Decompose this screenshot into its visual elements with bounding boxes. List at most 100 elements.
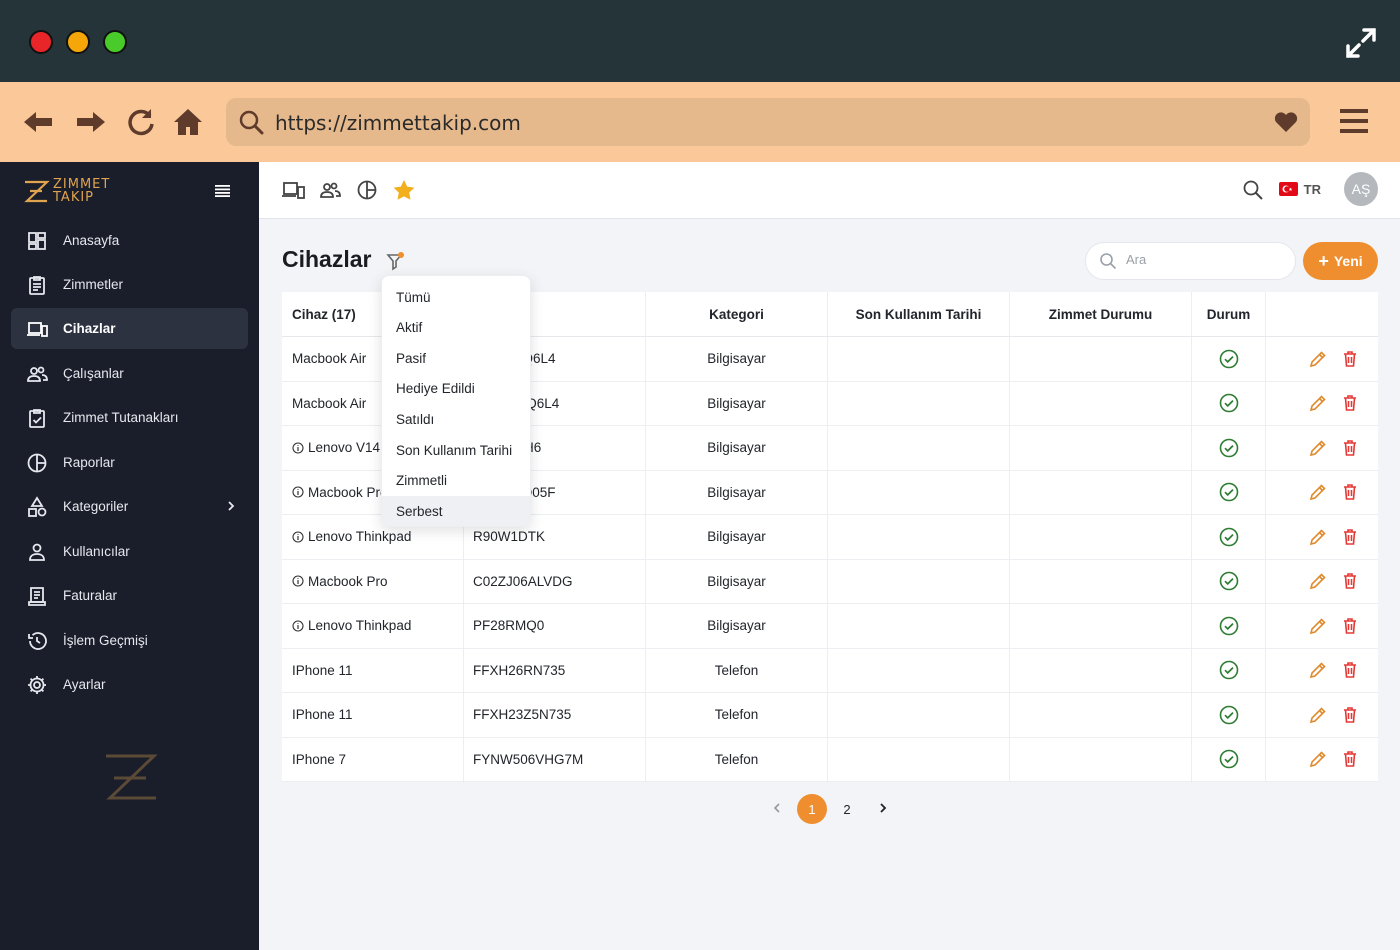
delete-trash-icon[interactable] — [1340, 705, 1360, 725]
address-bar[interactable]: https://zimmettakip.com — [226, 98, 1310, 146]
table-row[interactable]: IPhone 11 FFXH26RN735 Telefon — [282, 648, 1378, 693]
info-icon[interactable] — [292, 575, 304, 587]
edit-pencil-icon[interactable] — [1308, 482, 1328, 502]
search-icon[interactable] — [1242, 179, 1264, 201]
sidebar-item-kullanicilar[interactable]: Kullanıcılar — [11, 531, 248, 572]
edit-pencil-icon[interactable] — [1308, 438, 1328, 458]
sidebar-item-ayarlar[interactable]: Ayarlar — [11, 664, 248, 705]
sidebar-item-anasayfa[interactable]: Anasayfa — [11, 220, 248, 261]
brand-logo[interactable]: ZIMMET TAKIP — [22, 177, 112, 207]
delete-trash-icon[interactable] — [1340, 749, 1360, 769]
filter-icon[interactable] — [385, 250, 407, 272]
edit-pencil-icon[interactable] — [1308, 393, 1328, 413]
column-header-expiry[interactable]: Son Kullanım Tarihi — [828, 292, 1010, 336]
status-cell — [1192, 604, 1266, 648]
check-circle-icon — [1219, 482, 1238, 502]
page-2-button[interactable]: 2 — [832, 794, 862, 824]
page-1-button[interactable]: 1 — [797, 794, 827, 824]
delete-trash-icon[interactable] — [1340, 571, 1360, 591]
sidebar-item-cihazlar[interactable]: Cihazlar — [11, 308, 248, 349]
delete-trash-icon[interactable] — [1340, 616, 1360, 636]
column-header-assignment-status[interactable]: Zimmet Durumu — [1010, 292, 1192, 336]
search-field[interactable] — [1085, 242, 1296, 280]
info-icon[interactable] — [292, 531, 304, 543]
heart-icon[interactable] — [1274, 111, 1298, 133]
edit-pencil-icon[interactable] — [1308, 349, 1328, 369]
chevron-right-icon[interactable] — [876, 801, 890, 815]
delete-trash-icon[interactable] — [1340, 349, 1360, 369]
edit-pencil-icon[interactable] — [1308, 527, 1328, 547]
info-icon[interactable] — [292, 486, 304, 498]
reload-icon[interactable] — [125, 106, 157, 138]
actions-cell — [1266, 649, 1378, 693]
expiry-cell — [828, 648, 1010, 692]
category: Bilgisayar — [707, 618, 766, 634]
search-input[interactable] — [1126, 252, 1286, 267]
delete-trash-icon[interactable] — [1340, 438, 1360, 458]
table-row[interactable]: Lenovo Thinkpad PF28RMQ0 Bilgisayar — [282, 604, 1378, 649]
gear-icon — [28, 675, 46, 694]
edit-pencil-icon[interactable] — [1308, 660, 1328, 680]
window-minimize-button[interactable] — [66, 30, 90, 54]
edit-pencil-icon[interactable] — [1308, 705, 1328, 725]
delete-trash-icon[interactable] — [1340, 660, 1360, 680]
actions-cell — [1266, 693, 1378, 737]
sidebar-item-islem-gecmisi[interactable]: İşlem Geçmişi — [11, 620, 248, 661]
filter-option[interactable]: Pasif — [382, 343, 530, 373]
window-maximize-button[interactable] — [103, 30, 127, 54]
delete-trash-icon[interactable] — [1340, 393, 1360, 413]
table-row[interactable]: Macbook Pro C02ZJ06ALVDG Bilgisayar — [282, 559, 1378, 604]
serial-cell: C02ZJ06ALVDG — [464, 559, 646, 603]
sidebar-item-faturalar[interactable]: Faturalar — [11, 575, 248, 616]
column-header-category[interactable]: Kategori — [646, 292, 828, 336]
check-circle-icon — [1219, 571, 1238, 591]
sidebar-toggle-icon[interactable] — [215, 184, 230, 197]
expiry-cell — [828, 604, 1010, 648]
edit-pencil-icon[interactable] — [1308, 749, 1328, 769]
delete-trash-icon[interactable] — [1340, 482, 1360, 502]
edit-pencil-icon[interactable] — [1308, 616, 1328, 636]
avatar[interactable]: AŞ — [1344, 172, 1378, 206]
sidebar-item-raporlar[interactable]: Raporlar — [11, 442, 248, 483]
column-header-status[interactable]: Durum — [1192, 292, 1266, 336]
filter-option[interactable]: Zimmetli — [382, 466, 530, 496]
sidebar-item-label: Zimmet Tutanakları — [63, 410, 179, 425]
home-icon[interactable] — [172, 106, 204, 138]
window-close-button[interactable] — [29, 30, 53, 54]
sidebar-item-kategoriler[interactable]: Kategoriler — [11, 486, 248, 527]
filter-option[interactable]: Aktif — [382, 313, 530, 343]
sidebar-item-calisanlar[interactable]: Çalışanlar — [11, 353, 248, 394]
serial-number: FYNW506VHG7M — [473, 751, 584, 767]
filter-option[interactable]: Satıldı — [382, 404, 530, 434]
fullscreen-icon[interactable] — [1344, 26, 1378, 60]
device-name-cell: IPhone 11 — [282, 648, 464, 692]
new-device-button[interactable]: + Yeni — [1303, 242, 1378, 280]
pie-chart-icon[interactable] — [355, 179, 379, 201]
edit-pencil-icon[interactable] — [1308, 571, 1328, 591]
chevron-left-icon[interactable] — [770, 801, 784, 815]
forward-arrow-icon[interactable] — [75, 106, 107, 138]
star-icon[interactable] — [392, 179, 416, 201]
url-text[interactable]: https://zimmettakip.com — [275, 111, 521, 135]
sidebar-item-zimmet-tutanaklari[interactable]: Zimmet Tutanakları — [11, 397, 248, 438]
browser-menu-icon[interactable] — [1340, 106, 1368, 136]
people-icon[interactable] — [318, 179, 342, 201]
info-icon[interactable] — [292, 442, 304, 454]
category-cell: Bilgisayar — [646, 559, 828, 603]
delete-trash-icon[interactable] — [1340, 527, 1360, 547]
back-arrow-icon[interactable] — [22, 106, 54, 138]
filter-option[interactable]: Hediye Edildi — [382, 374, 530, 404]
turkey-flag-icon[interactable] — [1279, 182, 1298, 196]
filter-option[interactable]: Tümü — [382, 282, 530, 312]
dashboard-icon — [28, 231, 46, 250]
language-label[interactable]: TR — [1304, 182, 1321, 197]
sidebar-item-zimmetler[interactable]: Zimmetler — [11, 264, 248, 305]
assignment-status-cell — [1010, 648, 1192, 692]
sidebar-item-label: İşlem Geçmişi — [63, 633, 148, 648]
filter-option[interactable]: Son Kullanım Tarihi — [382, 435, 530, 465]
filter-option[interactable]: Serbest — [382, 496, 530, 527]
table-row[interactable]: IPhone 7 FYNW506VHG7M Telefon — [282, 737, 1378, 782]
devices-icon[interactable] — [281, 179, 305, 201]
info-icon[interactable] — [292, 620, 304, 632]
table-row[interactable]: IPhone 11 FFXH23Z5N735 Telefon — [282, 693, 1378, 738]
